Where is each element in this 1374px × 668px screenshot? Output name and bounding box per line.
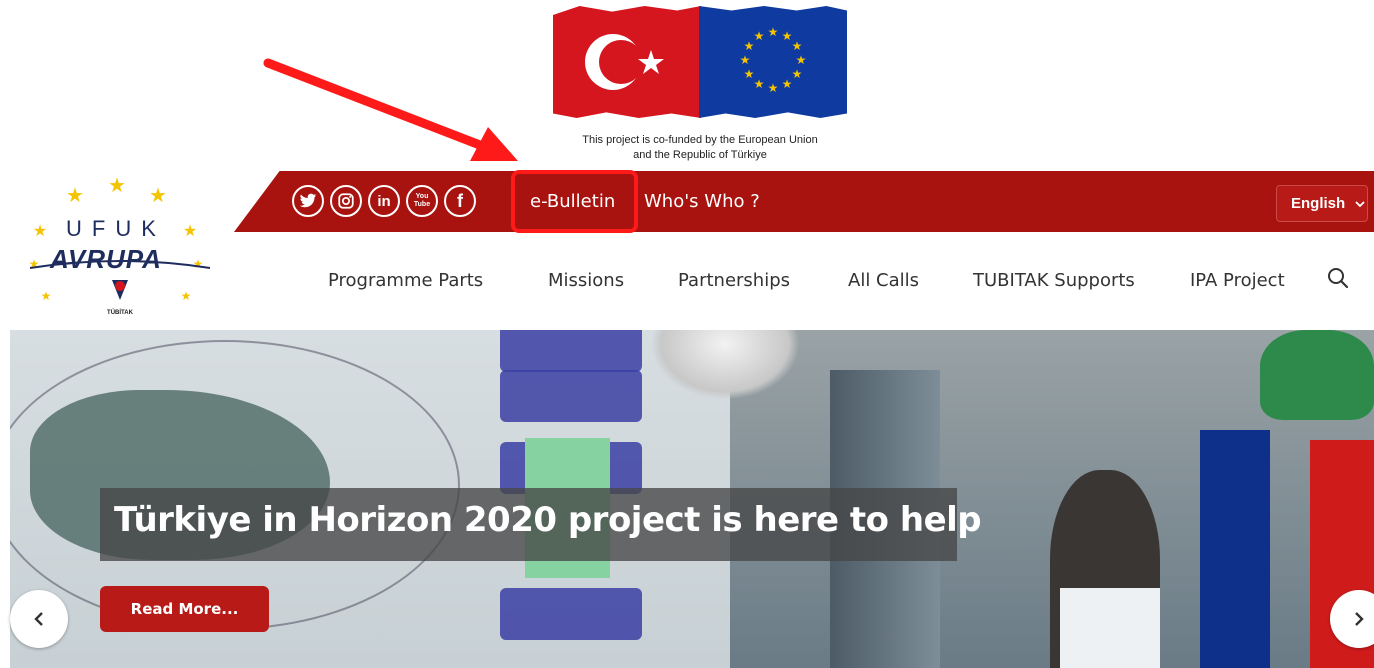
hero-tree xyxy=(1260,330,1374,420)
hero-podium xyxy=(1060,588,1160,668)
crescent-star-icon xyxy=(585,34,664,90)
svg-text:★: ★ xyxy=(792,67,803,81)
svg-text:★: ★ xyxy=(796,53,807,67)
main-nav: Programme Parts Missions Partnerships Al… xyxy=(0,270,1374,294)
annotation-arrow-icon xyxy=(263,58,518,161)
nav-tubitak-supports[interactable]: TUBITAK Supports xyxy=(973,270,1135,291)
youtube-glyph: You Tube xyxy=(413,193,431,208)
language-select[interactable]: English xyxy=(1276,185,1368,222)
hero-box-4 xyxy=(500,588,642,640)
svg-text:★: ★ xyxy=(744,67,755,81)
social-icons: in You Tube f xyxy=(292,185,476,217)
svg-text:★: ★ xyxy=(193,257,204,271)
facebook-icon[interactable]: f xyxy=(444,185,476,217)
svg-text:★: ★ xyxy=(754,29,765,43)
whoswho-link[interactable]: Who's Who ? xyxy=(644,191,760,212)
logo-stars-icon: ★ ★ ★ ★ ★ ★ ★ ★ ★ xyxy=(29,175,211,303)
svg-text:★: ★ xyxy=(740,53,751,67)
eu-stars-icon: ★ ★★ ★★★ ★★★ ★★★ xyxy=(740,25,807,95)
svg-text:★: ★ xyxy=(782,77,793,91)
linkedin-icon[interactable]: in xyxy=(368,185,400,217)
nav-partnerships[interactable]: Partnerships xyxy=(678,270,790,291)
turkey-flag xyxy=(553,6,701,118)
language-label: English xyxy=(1291,195,1346,212)
linkedin-glyph: in xyxy=(377,192,391,210)
logo-ufuk-text: UFUK xyxy=(66,216,166,241)
nav-ipa-project[interactable]: IPA Project xyxy=(1190,270,1285,291)
hero-chandelier xyxy=(650,330,800,400)
carousel-prev-button[interactable] xyxy=(10,590,68,648)
ufuk-avrupa-logo[interactable]: ★ ★ ★ ★ ★ ★ ★ ★ ★ UFUK AVRUPA TÜBİTAK xyxy=(20,168,220,318)
chevron-down-icon xyxy=(1355,200,1365,207)
eu-flag: ★ ★ ★ ★ ★ ★ ★ ★ ★ ★ ★ ★ xyxy=(699,6,847,118)
hero-box-1 xyxy=(500,330,642,372)
twitter-icon[interactable] xyxy=(292,185,324,217)
svg-text:★: ★ xyxy=(792,39,803,53)
svg-text:★: ★ xyxy=(108,175,126,197)
nav-all-calls[interactable]: All Calls xyxy=(848,270,919,291)
hero-eu-flag xyxy=(1200,430,1270,668)
svg-text:★: ★ xyxy=(149,185,167,207)
svg-text:★: ★ xyxy=(66,185,84,207)
cofund-flags: ★ ★ ★ ★ ★ ★ ★ ★ ★ ★ ★ ★ xyxy=(553,6,847,118)
nav-programme-parts[interactable]: Programme Parts xyxy=(328,270,483,291)
cofund-line-2: and the Republic of Türkiye xyxy=(633,149,767,161)
hero-headline: Türkiye in Horizon 2020 project is here … xyxy=(114,500,982,540)
cofund-text: This project is co-funded by the Europea… xyxy=(540,133,860,163)
ebulletin-highlight xyxy=(511,170,638,233)
nav-missions[interactable]: Missions xyxy=(548,270,624,291)
facebook-glyph: f xyxy=(457,190,463,211)
chevron-right-icon xyxy=(1355,612,1364,626)
hero-box-2 xyxy=(500,370,642,422)
cofund-line-1: This project is co-funded by the Europea… xyxy=(582,134,818,146)
instagram-icon[interactable] xyxy=(330,185,362,217)
chevron-left-icon xyxy=(34,612,43,626)
search-icon[interactable] xyxy=(1326,266,1350,290)
svg-text:★: ★ xyxy=(754,77,765,91)
svg-text:★: ★ xyxy=(768,25,779,39)
youtube-icon[interactable]: You Tube xyxy=(406,185,438,217)
logo-tubitak-text: TÜBİTAK xyxy=(107,310,133,316)
svg-text:★: ★ xyxy=(768,81,779,95)
read-more-button[interactable]: Read More... xyxy=(100,586,269,632)
svg-text:★: ★ xyxy=(33,223,47,240)
svg-text:★: ★ xyxy=(183,223,197,240)
